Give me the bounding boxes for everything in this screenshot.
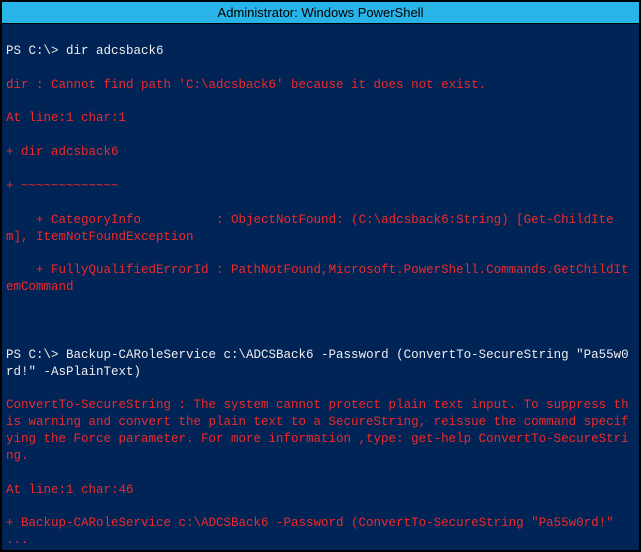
error-line: At line:1 char:1	[6, 110, 635, 127]
error-line: + dir adcsback6	[6, 144, 635, 161]
command-text: Backup-CARoleService c:\ADCSBack6 -Passw…	[6, 348, 629, 379]
error-line: dir : Cannot find path 'C:\adcsback6' be…	[6, 77, 635, 94]
window-title: Administrator: Windows PowerShell	[218, 5, 424, 20]
error-line: + Backup-CARoleService c:\ADCSBack6 -Pas…	[6, 515, 635, 549]
error-line: + CategoryInfo : ObjectNotFound: (C:\adc…	[6, 212, 635, 246]
command-text: dir adcsback6	[66, 44, 164, 58]
terminal-pane[interactable]: PS C:\> dir adcsback6 dir : Cannot find …	[2, 24, 639, 550]
prompt: PS C:\>	[6, 348, 66, 362]
powershell-window: Administrator: Windows PowerShell PS C:\…	[0, 0, 641, 552]
error-line: ConvertTo-SecureString : The system cann…	[6, 397, 635, 465]
window-titlebar[interactable]: Administrator: Windows PowerShell	[2, 2, 639, 24]
error-line: + FullyQualifiedErrorId : PathNotFound,M…	[6, 262, 635, 296]
prompt: PS C:\>	[6, 44, 66, 58]
error-line: + ~~~~~~~~~~~~~	[6, 178, 635, 195]
blank-line	[6, 313, 635, 330]
error-line: At line:1 char:46	[6, 482, 635, 499]
